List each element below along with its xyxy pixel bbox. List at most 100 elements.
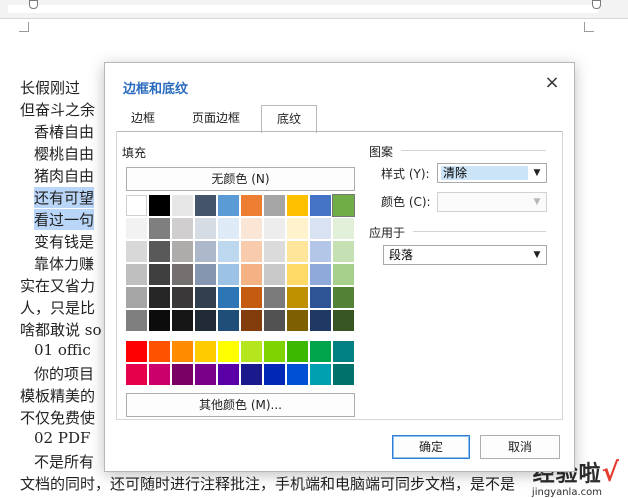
- document-line[interactable]: 你的项目: [34, 363, 94, 384]
- document-line[interactable]: 01 offic: [34, 341, 91, 359]
- document-line[interactable]: 不是所有: [34, 451, 94, 472]
- theme-color-swatch[interactable]: [149, 310, 170, 331]
- theme-color-swatch[interactable]: [241, 241, 262, 262]
- standard-color-swatch[interactable]: [241, 341, 262, 362]
- standard-color-swatch[interactable]: [264, 364, 285, 385]
- theme-color-swatch[interactable]: [264, 264, 285, 285]
- theme-color-swatch[interactable]: [195, 241, 216, 262]
- theme-color-swatch[interactable]: [310, 195, 331, 216]
- standard-color-swatch[interactable]: [218, 364, 239, 385]
- theme-color-swatch[interactable]: [287, 241, 308, 262]
- theme-color-swatch[interactable]: [287, 264, 308, 285]
- theme-color-swatch[interactable]: [264, 195, 285, 216]
- theme-color-swatch[interactable]: [172, 195, 193, 216]
- theme-color-swatch[interactable]: [195, 287, 216, 308]
- document-line[interactable]: 樱桃自由: [34, 143, 94, 164]
- theme-color-swatch[interactable]: [218, 264, 239, 285]
- theme-color-swatch[interactable]: [264, 241, 285, 262]
- standard-color-swatch[interactable]: [333, 364, 354, 385]
- indent-marker[interactable]: [29, 0, 38, 9]
- theme-color-swatch[interactable]: [149, 264, 170, 285]
- theme-color-swatch[interactable]: [264, 310, 285, 331]
- theme-color-swatch[interactable]: [241, 264, 262, 285]
- theme-color-swatch[interactable]: [149, 287, 170, 308]
- theme-color-swatch[interactable]: [287, 287, 308, 308]
- theme-color-swatch[interactable]: [172, 287, 193, 308]
- theme-color-swatch[interactable]: [149, 241, 170, 262]
- theme-color-swatch[interactable]: [172, 264, 193, 285]
- theme-color-swatch[interactable]: [264, 287, 285, 308]
- document-line[interactable]: 猪肉自由: [34, 165, 94, 186]
- standard-color-swatch[interactable]: [126, 341, 147, 362]
- document-line[interactable]: 还有可望: [34, 187, 95, 208]
- theme-color-swatch[interactable]: [333, 310, 354, 331]
- tab-page-border[interactable]: 页面边框: [174, 105, 258, 131]
- document-line[interactable]: 变有钱是: [34, 231, 94, 252]
- theme-color-swatch[interactable]: [241, 195, 262, 216]
- theme-color-swatch[interactable]: [126, 241, 147, 262]
- standard-color-swatch[interactable]: [149, 341, 170, 362]
- theme-color-swatch[interactable]: [195, 218, 216, 239]
- theme-color-swatch[interactable]: [287, 310, 308, 331]
- theme-color-swatch[interactable]: [310, 218, 331, 239]
- theme-color-swatch[interactable]: [149, 218, 170, 239]
- theme-color-swatch[interactable]: [195, 310, 216, 331]
- standard-color-swatch[interactable]: [241, 364, 262, 385]
- theme-color-swatch[interactable]: [126, 264, 147, 285]
- theme-color-swatch[interactable]: [126, 287, 147, 308]
- cancel-button[interactable]: 取消: [480, 435, 560, 459]
- document-line[interactable]: 啥都敢说 so: [20, 319, 102, 340]
- theme-color-swatch[interactable]: [218, 241, 239, 262]
- standard-color-swatch[interactable]: [195, 341, 216, 362]
- theme-color-swatch[interactable]: [333, 241, 354, 262]
- theme-color-swatch[interactable]: [149, 195, 170, 216]
- document-line[interactable]: 靠体力赚: [34, 253, 94, 274]
- theme-color-swatch[interactable]: [332, 194, 355, 217]
- theme-color-swatch[interactable]: [172, 310, 193, 331]
- theme-color-swatch[interactable]: [241, 310, 262, 331]
- pattern-color-select[interactable]: ▼: [437, 192, 547, 212]
- theme-color-swatch[interactable]: [218, 310, 239, 331]
- theme-color-swatch[interactable]: [287, 195, 308, 216]
- standard-color-swatch[interactable]: [149, 364, 170, 385]
- tab-borders[interactable]: 边框: [116, 105, 170, 131]
- document-line[interactable]: 文档的同时，还可随时进行注释批注，手机端和电脑端可同步文档，是不是: [20, 473, 515, 494]
- document-line[interactable]: 香椿自由: [34, 121, 94, 142]
- theme-color-swatch[interactable]: [333, 264, 354, 285]
- theme-color-swatch[interactable]: [310, 310, 331, 331]
- theme-color-swatch[interactable]: [126, 195, 147, 216]
- theme-color-swatch[interactable]: [241, 218, 262, 239]
- theme-color-swatch[interactable]: [333, 218, 354, 239]
- tab-shading[interactable]: 底纹: [261, 105, 317, 133]
- standard-color-swatch[interactable]: [287, 364, 308, 385]
- theme-color-swatch[interactable]: [241, 287, 262, 308]
- right-indent-marker[interactable]: [592, 0, 601, 9]
- document-line[interactable]: 长假刚过: [20, 77, 80, 98]
- more-colors-button[interactable]: 其他颜色 (M)...: [126, 393, 355, 417]
- document-line[interactable]: 实在又省力: [20, 275, 95, 296]
- theme-color-swatch[interactable]: [287, 218, 308, 239]
- standard-color-swatch[interactable]: [287, 341, 308, 362]
- theme-color-swatch[interactable]: [195, 195, 216, 216]
- theme-color-swatch[interactable]: [126, 310, 147, 331]
- ruler[interactable]: [0, 0, 628, 19]
- chevron-down-icon[interactable]: ▼: [528, 193, 546, 211]
- document-line[interactable]: 不仅免费使: [20, 407, 95, 428]
- theme-color-swatch[interactable]: [310, 264, 331, 285]
- document-line[interactable]: 模板精美的: [20, 385, 95, 406]
- theme-color-swatch[interactable]: [218, 287, 239, 308]
- theme-color-swatch[interactable]: [172, 218, 193, 239]
- theme-color-swatch[interactable]: [310, 241, 331, 262]
- ok-button[interactable]: 确定: [392, 435, 470, 459]
- standard-color-swatch[interactable]: [333, 341, 354, 362]
- theme-color-swatch[interactable]: [264, 218, 285, 239]
- document-line[interactable]: 人，只是比: [20, 297, 95, 318]
- document-line[interactable]: 02 PDF: [34, 429, 90, 447]
- theme-color-swatch[interactable]: [195, 264, 216, 285]
- style-select[interactable]: 清除 ▼: [437, 163, 547, 183]
- chevron-down-icon[interactable]: ▼: [528, 246, 546, 264]
- standard-color-swatch[interactable]: [264, 341, 285, 362]
- apply-to-select[interactable]: 段落 ▼: [383, 245, 547, 265]
- chevron-down-icon[interactable]: ▼: [528, 164, 546, 182]
- document-line[interactable]: 看过一句: [34, 209, 95, 230]
